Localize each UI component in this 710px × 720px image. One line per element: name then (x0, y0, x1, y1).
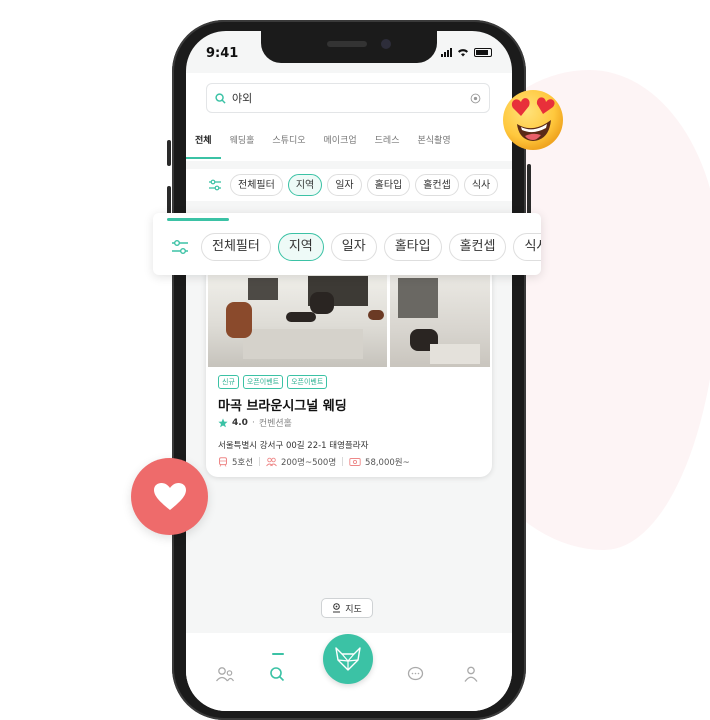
camera (381, 39, 391, 49)
header: 야외 전체 웨딩홀 스튜디오 메이크업 드레스 본식촬영 (186, 73, 512, 161)
overlay-filter-row: 전체필터 지역 일자 홀타입 홀컨셉 식사 (167, 233, 541, 261)
phone-mute-button (167, 140, 171, 166)
search-icon (215, 92, 226, 104)
tag-open-event: 오픈이벤트 (287, 375, 328, 389)
map-button[interactable]: 지도 (321, 598, 373, 618)
filter-icon[interactable] (208, 179, 222, 191)
filter-chip-date[interactable]: 일자 (330, 233, 377, 261)
filter-chip-meal[interactable]: 식사 (463, 174, 499, 196)
heart-eyes-emoji (503, 90, 563, 150)
filter-chip-hall-concept[interactable]: 홀컨셉 (448, 233, 507, 261)
tab-studio[interactable]: 스튜디오 (263, 129, 314, 161)
wifi-icon (458, 48, 468, 56)
money-icon (349, 458, 361, 466)
tab-wedding-photo[interactable]: 본식촬영 (409, 129, 460, 161)
tag-open-event: 오픈이벤트 (242, 375, 284, 389)
search-input[interactable]: 야외 (206, 83, 490, 113)
fox-logo-icon (335, 647, 361, 671)
venue-card[interactable]: 신규 오픈이벤트 오픈이벤트 마곡 브라운시그널 웨딩 4.0 · 컨벤션홀 서… (206, 264, 492, 477)
status-icons (441, 47, 492, 57)
signal-icon (441, 47, 452, 57)
notch (261, 31, 437, 63)
filter-icon[interactable] (171, 239, 189, 255)
filter-chip-hall-concept[interactable]: 홀컨셉 (415, 174, 459, 196)
battery-icon (474, 47, 492, 57)
home-fab-button[interactable] (323, 634, 373, 684)
venue-capacity: 200명~500명 (280, 458, 337, 468)
train-icon (219, 457, 227, 467)
map-pin-icon (333, 603, 341, 613)
users-icon[interactable] (215, 666, 235, 682)
venue-price: 58,000원~ (365, 458, 410, 468)
tab-wedding-hall[interactable]: 웨딩홀 (221, 129, 264, 161)
filter-chip-region[interactable]: 지역 (287, 174, 323, 196)
filter-chip-all[interactable]: 전체필터 (201, 233, 271, 261)
filter-chip-hall-type[interactable]: 홀타입 (383, 233, 442, 261)
overlay-accent-line (167, 218, 229, 221)
people-icon (266, 457, 277, 467)
tag-list: 신규 오픈이벤트 오픈이벤트 (218, 375, 328, 389)
venue-address: 서울특별시 강서구 00길 22-1 태영플라자 (218, 441, 369, 451)
star-icon (218, 418, 228, 427)
clear-icon[interactable] (470, 93, 481, 104)
venue-title: 마곡 브라운시그널 웨딩 (218, 399, 347, 414)
tab-all[interactable]: 전체 (186, 129, 221, 161)
heart-bubble (131, 458, 208, 535)
heart-icon (153, 482, 186, 510)
filter-chip-date[interactable]: 일자 (327, 174, 362, 196)
search-nav-icon[interactable] (269, 666, 285, 682)
tag-new: 신규 (218, 375, 239, 389)
app-screen: 9:41 야외 전체 웨딩홀 스튜디오 메이크업 드레스 본식촬영 전체필터 지… (186, 31, 512, 711)
status-time: 9:41 (206, 46, 239, 61)
tab-makeup[interactable]: 메이크업 (315, 129, 366, 161)
chat-icon[interactable] (407, 666, 424, 682)
filter-chip-region[interactable]: 지역 (277, 233, 324, 261)
category-tabs: 전체 웨딩홀 스튜디오 메이크업 드레스 본식촬영 (186, 129, 512, 163)
search-value: 야외 (232, 92, 253, 105)
filter-row: 전체필터 지역 일자 홀타입 홀컨셉 식사 (186, 169, 512, 201)
tab-dress[interactable]: 드레스 (366, 129, 409, 161)
venue-photo (208, 274, 490, 367)
venue-category: 컨벤션홀 (258, 419, 292, 429)
rating-row: 4.0 · 컨벤션홀 (218, 416, 292, 429)
filter-chip-meal[interactable]: 식사 (513, 233, 541, 261)
filter-chip-all[interactable]: 전체필터 (230, 174, 283, 196)
venue-meta: 5호선 | 200명~500명 | 58,000원~ (218, 456, 410, 468)
filter-chip-hall-type[interactable]: 홀타입 (366, 174, 411, 196)
rating-value: 4.0 (232, 417, 248, 428)
filter-zoom-overlay: 전체필터 지역 일자 홀타입 홀컨셉 식사 (153, 213, 541, 275)
venue-subway: 5호선 (232, 458, 254, 468)
map-button-label: 지도 (345, 604, 362, 615)
nav-active-indicator (272, 653, 284, 655)
speaker (327, 41, 367, 47)
profile-icon[interactable] (464, 666, 478, 682)
